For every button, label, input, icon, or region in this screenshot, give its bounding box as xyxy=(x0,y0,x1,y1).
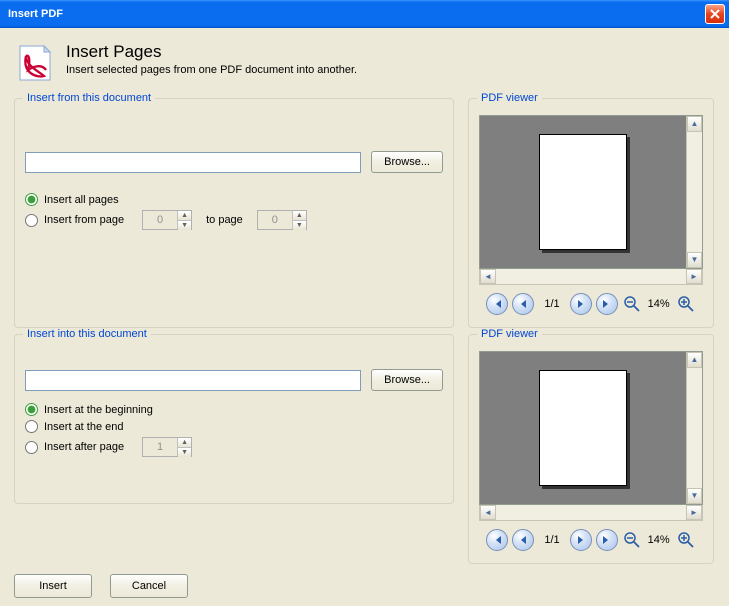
to-page-spinner[interactable]: ▲▼ xyxy=(257,210,307,230)
dialog-header: Insert Pages Insert selected pages from … xyxy=(14,36,715,98)
zoom-in-button[interactable] xyxy=(676,294,696,314)
chevron-up-icon[interactable]: ▲ xyxy=(178,438,191,448)
browse-source-button[interactable]: Browse... xyxy=(371,151,443,173)
radio-insert-begin[interactable] xyxy=(25,403,38,416)
group-viewer-2: PDF viewer ▲▼ ◄► 1/1 14% xyxy=(468,334,714,564)
to-page-input[interactable] xyxy=(258,211,292,229)
next-page-button[interactable] xyxy=(570,293,592,315)
chevron-right-icon[interactable]: ► xyxy=(686,269,702,284)
group-title-viewer1: PDF viewer xyxy=(477,92,542,104)
pdf-icon xyxy=(14,42,56,84)
chevron-up-icon[interactable]: ▲ xyxy=(293,211,306,221)
from-page-input[interactable] xyxy=(143,211,177,229)
browse-target-button[interactable]: Browse... xyxy=(371,369,443,391)
pdf-viewer-canvas-2: ▲▼ xyxy=(479,351,703,505)
chevron-left-icon[interactable]: ◄ xyxy=(480,269,496,284)
chevron-down-icon[interactable]: ▼ xyxy=(178,221,191,230)
zoom-out-button[interactable] xyxy=(622,294,642,314)
group-insert-into: Insert into this document Browse... Inse… xyxy=(14,334,454,504)
page-title: Insert Pages xyxy=(66,42,357,62)
zoom-level: 14% xyxy=(648,298,670,310)
label-insert-range: Insert from page xyxy=(44,214,124,226)
cancel-button[interactable]: Cancel xyxy=(110,574,188,598)
last-page-button[interactable] xyxy=(596,529,618,551)
label-insert-after: Insert after page xyxy=(44,441,124,453)
horizontal-scrollbar[interactable]: ◄► xyxy=(479,505,703,521)
chevron-left-icon[interactable]: ◄ xyxy=(480,505,496,520)
radio-insert-after[interactable] xyxy=(25,441,38,454)
label-insert-begin: Insert at the beginning xyxy=(44,404,153,416)
group-viewer-1: PDF viewer ▲▼ ◄► 1/1 14% xyxy=(468,98,714,328)
group-title-from: Insert from this document xyxy=(23,92,155,104)
page-indicator: 1/1 xyxy=(544,298,559,310)
window-title: Insert PDF xyxy=(4,8,705,20)
group-title-into: Insert into this document xyxy=(23,328,151,340)
zoom-in-button[interactable] xyxy=(676,530,696,550)
page-indicator: 1/1 xyxy=(544,534,559,546)
prev-page-button[interactable] xyxy=(512,293,534,315)
last-page-button[interactable] xyxy=(596,293,618,315)
zoom-out-button[interactable] xyxy=(622,530,642,550)
group-insert-from: Insert from this document Browse... Inse… xyxy=(14,98,454,328)
titlebar: Insert PDF xyxy=(0,0,729,28)
chevron-down-icon[interactable]: ▼ xyxy=(687,488,702,504)
source-file-input[interactable] xyxy=(25,152,361,173)
opt-insert-all[interactable]: Insert all pages xyxy=(25,193,443,206)
opt-insert-range[interactable]: Insert from page ▲▼ to page ▲▼ xyxy=(25,210,443,230)
label-insert-end: Insert at the end xyxy=(44,421,124,433)
chevron-down-icon[interactable]: ▼ xyxy=(687,252,702,268)
radio-insert-all[interactable] xyxy=(25,193,38,206)
label-to-page: to page xyxy=(206,214,243,226)
chevron-up-icon[interactable]: ▲ xyxy=(687,352,702,368)
vertical-scrollbar[interactable]: ▲▼ xyxy=(686,116,702,268)
close-icon xyxy=(710,9,720,19)
group-title-viewer2: PDF viewer xyxy=(477,328,542,340)
target-file-input[interactable] xyxy=(25,370,361,391)
first-page-button[interactable] xyxy=(486,293,508,315)
opt-insert-after[interactable]: Insert after page ▲▼ xyxy=(25,437,443,457)
after-page-input[interactable] xyxy=(143,438,177,456)
chevron-right-icon[interactable]: ► xyxy=(686,505,702,520)
page-subtitle: Insert selected pages from one PDF docum… xyxy=(66,64,357,76)
insert-button[interactable]: Insert xyxy=(14,574,92,598)
vertical-scrollbar[interactable]: ▲▼ xyxy=(686,352,702,504)
next-page-button[interactable] xyxy=(570,529,592,551)
chevron-up-icon[interactable]: ▲ xyxy=(178,211,191,221)
horizontal-scrollbar[interactable]: ◄► xyxy=(479,269,703,285)
opt-insert-begin[interactable]: Insert at the beginning xyxy=(25,403,443,416)
close-button[interactable] xyxy=(705,4,725,24)
chevron-down-icon[interactable]: ▼ xyxy=(293,221,306,230)
first-page-button[interactable] xyxy=(486,529,508,551)
opt-insert-end[interactable]: Insert at the end xyxy=(25,420,443,433)
from-page-spinner[interactable]: ▲▼ xyxy=(142,210,192,230)
chevron-up-icon[interactable]: ▲ xyxy=(687,116,702,132)
page-thumbnail xyxy=(539,370,627,486)
page-thumbnail xyxy=(539,134,627,250)
chevron-down-icon[interactable]: ▼ xyxy=(178,448,191,457)
pdf-viewer-canvas-1: ▲▼ xyxy=(479,115,703,269)
radio-insert-end[interactable] xyxy=(25,420,38,433)
after-page-spinner[interactable]: ▲▼ xyxy=(142,437,192,457)
label-insert-all: Insert all pages xyxy=(44,194,119,206)
zoom-level: 14% xyxy=(648,534,670,546)
radio-insert-range[interactable] xyxy=(25,214,38,227)
prev-page-button[interactable] xyxy=(512,529,534,551)
